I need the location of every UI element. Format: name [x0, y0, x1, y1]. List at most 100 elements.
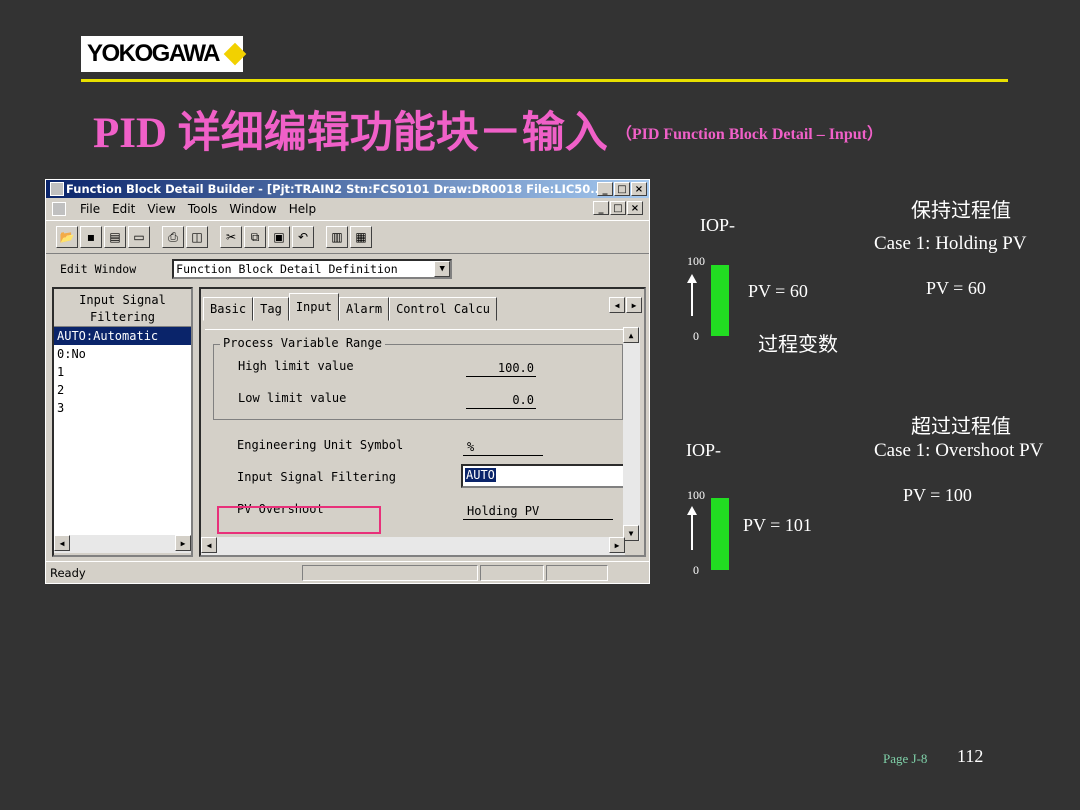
- toolbar: 📂 ▪ ▤ ▭ ⎙ ◫ ✂ ⧉ ▣ ↶ ▥ ▦: [46, 220, 649, 254]
- list-item[interactable]: 3: [54, 399, 191, 417]
- input-signal-filtering-pane: Input Signal Filtering AUTO:Automatic 0:…: [52, 287, 193, 557]
- scroll-down-icon[interactable]: ▼: [623, 525, 639, 541]
- pv-overshoot-field[interactable]: Holding PV: [463, 502, 613, 520]
- menu-view[interactable]: View: [147, 202, 175, 216]
- axis-line-2: [691, 514, 693, 550]
- bar-pv-2: PV = 101: [743, 515, 812, 535]
- properties-icon[interactable]: ▤: [104, 226, 126, 248]
- open-icon[interactable]: 📂: [56, 226, 78, 248]
- scroll-up-icon[interactable]: ▲: [623, 327, 639, 343]
- scroll-right-icon[interactable]: ▶: [175, 535, 191, 551]
- eu-symbol-field[interactable]: %: [463, 438, 543, 456]
- close-button[interactable]: ×: [631, 182, 647, 196]
- group-title: Process Variable Range: [220, 336, 385, 350]
- axis-line-1: [691, 282, 693, 316]
- tab-tag[interactable]: Tag: [253, 297, 289, 321]
- list-item[interactable]: 2: [54, 381, 191, 399]
- panel-icon[interactable]: ▥: [326, 226, 348, 248]
- low-limit-field[interactable]: 0.0: [466, 391, 536, 409]
- save-icon[interactable]: ▪: [80, 226, 102, 248]
- status-text: Ready: [50, 565, 86, 580]
- scroll-left-icon[interactable]: ◀: [54, 535, 70, 551]
- list-item[interactable]: AUTO:Automatic: [54, 327, 191, 345]
- document-icon[interactable]: [52, 202, 66, 216]
- detail-pane: Basic Tag Input Alarm Control Calcu ◀ ▶ …: [199, 287, 646, 557]
- status-bar: Ready: [46, 561, 649, 583]
- cut-icon[interactable]: ✂: [220, 226, 242, 248]
- menu-window[interactable]: Window: [229, 202, 276, 216]
- tab-input[interactable]: Input: [288, 293, 339, 321]
- detail-vscrollbar[interactable]: ▲ ▼: [623, 327, 640, 541]
- slide-title: PID 详细编辑功能块－输入 （PID Function Block Detail…: [93, 98, 883, 160]
- function-block-detail-builder-window: Function Block Detail Builder - [Pjt:TRA…: [45, 179, 650, 584]
- tab-right-icon[interactable]: ▶: [626, 297, 642, 313]
- pv-bar-2: [711, 498, 729, 570]
- paste-icon[interactable]: ▣: [268, 226, 290, 248]
- scale-bottom-2: 0: [693, 563, 699, 577]
- doc-close-button[interactable]: ×: [627, 201, 643, 215]
- copy-icon[interactable]: ⧉: [244, 226, 266, 248]
- scale-top-1: 100: [687, 254, 705, 268]
- bar-pv-1: PV = 60: [748, 281, 808, 301]
- minimize-button[interactable]: _: [597, 182, 613, 196]
- window-titlebar[interactable]: Function Block Detail Builder - [Pjt:TRA…: [46, 180, 649, 198]
- pv-overshoot-highlight: [217, 506, 381, 534]
- window-icon[interactable]: ▦: [350, 226, 372, 248]
- left-hscrollbar[interactable]: ◀ ▶: [54, 535, 191, 553]
- undo-icon[interactable]: ↶: [292, 226, 314, 248]
- logo-text: YOKOGAWA: [87, 40, 221, 67]
- print-setup-icon[interactable]: ▭: [128, 226, 150, 248]
- case1-title-en: Case 1: Holding PV: [874, 233, 1027, 254]
- page-label: Page J-8: [883, 751, 928, 766]
- detail-hscrollbar[interactable]: ◀ ▶: [201, 537, 625, 555]
- isf-value: AUTO: [465, 468, 496, 482]
- tab-left-icon[interactable]: ◀: [609, 297, 625, 313]
- menu-edit[interactable]: Edit: [112, 202, 135, 216]
- left-pane-header: Input Signal Filtering: [54, 289, 191, 327]
- edit-window-bar: Edit Window Function Block Detail Defini…: [46, 254, 649, 284]
- menu-bar: File Edit View Tools Window Help _ □ ×: [46, 198, 649, 220]
- scroll-right-icon[interactable]: ▶: [609, 537, 625, 553]
- high-limit-field[interactable]: 100.0: [466, 359, 536, 377]
- header-rule: [81, 79, 1008, 82]
- diamond-icon: [223, 42, 247, 66]
- menu-tools[interactable]: Tools: [188, 202, 218, 216]
- page-number: 112: [957, 746, 984, 766]
- edit-window-label: Edit Window: [60, 262, 137, 276]
- print-icon[interactable]: ⎙: [162, 226, 184, 248]
- input-tab-panel: Process Variable Range High limit value …: [205, 329, 625, 541]
- menu-file[interactable]: File: [80, 202, 100, 216]
- option-list: AUTO:Automatic 0:No 1 2 3: [54, 327, 191, 535]
- window-title: Function Block Detail Builder - [Pjt:TRA…: [66, 182, 597, 196]
- eu-symbol-label: Engineering Unit Symbol: [237, 438, 404, 452]
- scroll-left-icon[interactable]: ◀: [201, 537, 217, 553]
- low-limit-label: Low limit value: [238, 391, 347, 405]
- tab-control-calculation[interactable]: Control Calcu: [389, 297, 497, 321]
- doc-minimize-button[interactable]: _: [593, 201, 609, 215]
- doc-restore-button[interactable]: □: [610, 201, 626, 215]
- maximize-button[interactable]: □: [614, 182, 630, 196]
- list-item[interactable]: 1: [54, 363, 191, 381]
- case2-result: PV = 100: [903, 485, 972, 505]
- tab-alarm[interactable]: Alarm: [338, 297, 390, 321]
- pv-range-group: Process Variable Range High limit value …: [213, 336, 623, 420]
- pv-bar-1: [711, 265, 729, 336]
- tab-basic[interactable]: Basic: [203, 297, 254, 321]
- slide-title-text: PID 详细编辑功能块－输入: [93, 110, 608, 157]
- iop-label-2: IOP-: [686, 440, 721, 460]
- scale-top-2: 100: [687, 488, 705, 502]
- tab-strip: Basic Tag Input Alarm Control Calcu ◀ ▶: [201, 289, 644, 321]
- slide-subtitle: （PID Function Block Detail – Input）: [615, 126, 883, 143]
- pv-cn-label: 过程变数: [758, 334, 838, 356]
- list-item[interactable]: 0:No: [54, 345, 191, 363]
- print-preview-icon[interactable]: ◫: [186, 226, 208, 248]
- case2-title-cn: 超过过程值: [911, 416, 1011, 438]
- edit-window-select[interactable]: Function Block Detail Definition ▼: [172, 259, 453, 279]
- menu-help[interactable]: Help: [289, 202, 316, 216]
- case2-title-en: Case 1: Overshoot PV: [874, 440, 1044, 461]
- case1-title-cn: 保持过程值: [911, 200, 1011, 222]
- isf-field[interactable]: AUTO: [461, 464, 625, 488]
- chevron-down-icon[interactable]: ▼: [434, 261, 451, 277]
- case1-result: PV = 60: [926, 278, 986, 298]
- scale-bottom-1: 0: [693, 329, 699, 343]
